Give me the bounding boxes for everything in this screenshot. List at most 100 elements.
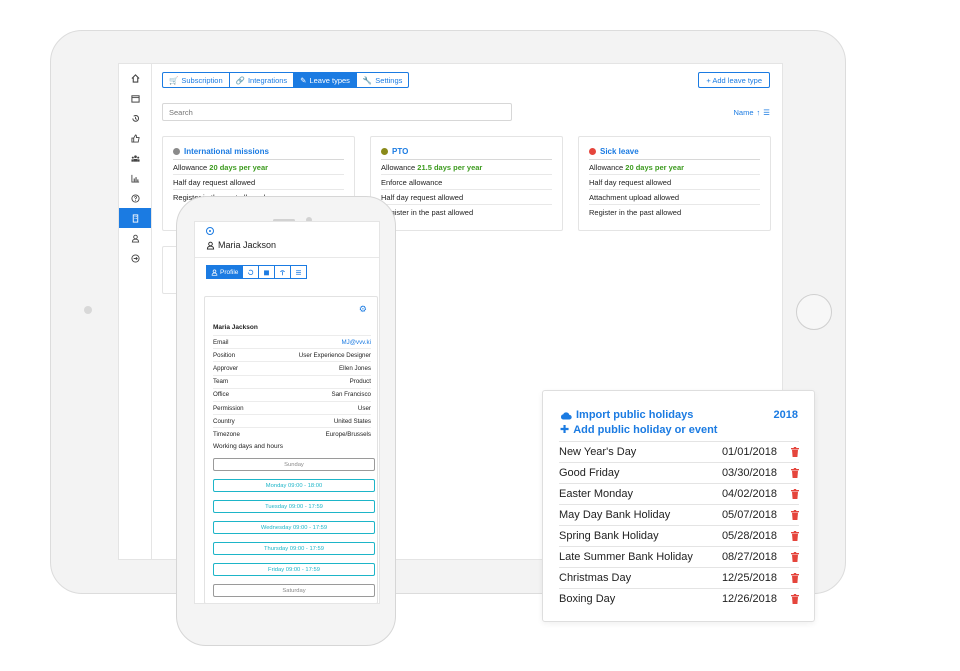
holiday-date: 05/28/2018 bbox=[717, 530, 777, 542]
day-thursday[interactable]: Thursday 09:00 - 17:59 bbox=[213, 542, 375, 555]
tab-history[interactable] bbox=[242, 265, 259, 279]
trash-icon[interactable] bbox=[777, 531, 799, 541]
sidebar bbox=[119, 64, 152, 559]
back-icon[interactable] bbox=[206, 227, 214, 235]
chart-icon[interactable] bbox=[119, 168, 151, 188]
team-icon[interactable] bbox=[119, 148, 151, 168]
profile-field: PositionUser Experience Designer bbox=[213, 348, 371, 361]
tab-integrations[interactable]: 🔗 Integrations bbox=[229, 72, 295, 88]
holiday-name: May Day Bank Holiday bbox=[559, 509, 717, 521]
trash-icon[interactable] bbox=[777, 447, 799, 457]
trash-icon[interactable] bbox=[777, 489, 799, 499]
holiday-name: Good Friday bbox=[559, 467, 717, 479]
user-icon bbox=[211, 269, 218, 276]
year-selector[interactable]: 2018 bbox=[774, 409, 798, 421]
day-monday[interactable]: Monday 09:00 - 18:00 bbox=[213, 479, 375, 492]
user-icon[interactable] bbox=[119, 228, 151, 248]
leave-type-card[interactable]: Sick leave Allowance 20 days per year Ha… bbox=[578, 136, 771, 231]
tab-vacation[interactable] bbox=[274, 265, 291, 279]
trash-icon[interactable] bbox=[777, 552, 799, 562]
working-days-label: Working days and hours bbox=[213, 443, 283, 450]
day-tuesday[interactable]: Tuesday 09:00 - 17:59 bbox=[213, 500, 375, 513]
edit-icon: ✎ bbox=[300, 76, 306, 85]
profile-field: OfficeSan Francisco bbox=[213, 388, 371, 401]
history-icon bbox=[247, 269, 254, 276]
holiday-name: Christmas Day bbox=[559, 572, 717, 584]
phone-frame: Maria Jackson Profile ⚙ Maria Jackson bbox=[176, 196, 396, 646]
color-dot bbox=[589, 148, 596, 155]
holiday-date: 03/30/2018 bbox=[717, 467, 777, 479]
leave-type-card[interactable]: PTO Allowance 21.5 days per year Enforce… bbox=[370, 136, 563, 231]
holiday-row: New Year's Day01/01/2018 bbox=[559, 441, 799, 462]
tab-leave-types[interactable]: ✎ Leave types bbox=[293, 72, 357, 88]
import-holidays-link[interactable]: Import public holidays bbox=[560, 409, 798, 421]
day-sunday[interactable]: Sunday bbox=[213, 458, 375, 471]
phone-screen: Maria Jackson Profile ⚙ Maria Jackson bbox=[194, 221, 380, 604]
tab-profile[interactable]: Profile bbox=[206, 265, 243, 279]
user-icon bbox=[206, 241, 215, 250]
sort-arrow-icon: ↑ bbox=[757, 108, 761, 117]
trash-icon[interactable] bbox=[777, 573, 799, 583]
search-input[interactable] bbox=[162, 103, 512, 121]
color-dot bbox=[381, 148, 388, 155]
profile-field: TeamProduct bbox=[213, 375, 371, 388]
gear-icon[interactable]: ⚙ bbox=[359, 304, 367, 315]
profile-field: EmailMJ@vvv.ki bbox=[213, 335, 371, 348]
day-wednesday[interactable]: Wednesday 09:00 - 17:59 bbox=[213, 521, 375, 534]
calendar-icon bbox=[263, 269, 270, 276]
calendar-icon[interactable] bbox=[119, 88, 151, 108]
profile-field: TimezoneEurope/Brussels bbox=[213, 427, 371, 440]
cart-icon: 🛒 bbox=[169, 76, 178, 85]
cloud-icon bbox=[560, 411, 572, 420]
holiday-date: 01/01/2018 bbox=[717, 446, 777, 458]
history-icon[interactable] bbox=[119, 108, 151, 128]
link-icon: 🔗 bbox=[236, 76, 245, 85]
holiday-row: Spring Bank Holiday05/28/2018 bbox=[559, 525, 799, 546]
holiday-date: 08/27/2018 bbox=[717, 551, 777, 563]
trash-icon[interactable] bbox=[777, 468, 799, 478]
wrench-icon: 🔧 bbox=[363, 76, 372, 85]
email-link[interactable]: MJ@vvv.ki bbox=[341, 339, 371, 346]
day-friday[interactable]: Friday 09:00 - 17:59 bbox=[213, 563, 375, 576]
profile-fields: EmailMJ@vvv.ki PositionUser Experience D… bbox=[213, 335, 371, 441]
holiday-name: Spring Bank Holiday bbox=[559, 530, 717, 542]
holiday-row: Late Summer Bank Holiday08/27/2018 bbox=[559, 546, 799, 567]
add-leave-type-button[interactable]: + Add leave type bbox=[698, 72, 770, 88]
tab-list[interactable] bbox=[290, 265, 307, 279]
user-name: Maria Jackson bbox=[218, 240, 276, 250]
holiday-row: Easter Monday04/02/2018 bbox=[559, 483, 799, 504]
list-icon bbox=[295, 269, 302, 276]
help-icon[interactable] bbox=[119, 188, 151, 208]
holiday-name: New Year's Day bbox=[559, 446, 717, 458]
logout-icon[interactable] bbox=[119, 248, 151, 268]
list-icon: ☰ bbox=[763, 108, 770, 117]
holiday-name: Easter Monday bbox=[559, 488, 717, 500]
tab-settings[interactable]: 🔧 Settings bbox=[356, 72, 409, 88]
profile-field: PermissionUser bbox=[213, 401, 371, 414]
holiday-date: 12/25/2018 bbox=[717, 572, 777, 584]
trash-icon[interactable] bbox=[777, 510, 799, 520]
working-days: Sunday Monday 09:00 - 18:00 Tuesday 09:0… bbox=[213, 458, 375, 604]
tab-calendar[interactable] bbox=[258, 265, 275, 279]
profile-card: ⚙ Maria Jackson EmailMJ@vvv.ki PositionU… bbox=[204, 296, 378, 604]
holiday-date: 04/02/2018 bbox=[717, 488, 777, 500]
color-dot bbox=[173, 148, 180, 155]
holiday-name: Late Summer Bank Holiday bbox=[559, 551, 717, 563]
home-icon[interactable] bbox=[119, 68, 151, 88]
tablet-camera bbox=[84, 306, 92, 314]
holiday-row: May Day Bank Holiday05/07/2018 bbox=[559, 504, 799, 525]
settings-tabs: 🛒 Subscription 🔗 Integrations ✎ Leave ty… bbox=[162, 72, 409, 88]
holiday-row: Good Friday03/30/2018 bbox=[559, 462, 799, 483]
palm-icon bbox=[279, 269, 286, 276]
tab-subscription[interactable]: 🛒 Subscription bbox=[162, 72, 230, 88]
trash-icon[interactable] bbox=[777, 594, 799, 604]
holiday-date: 05/07/2018 bbox=[717, 509, 777, 521]
add-holiday-link[interactable]: ✚ Add public holiday or event bbox=[560, 423, 798, 436]
thumbs-up-icon[interactable] bbox=[119, 128, 151, 148]
day-saturday[interactable]: Saturday bbox=[213, 584, 375, 597]
building-icon[interactable] bbox=[119, 208, 151, 228]
holiday-row: Boxing Day12/26/2018 bbox=[559, 588, 799, 609]
sort-control[interactable]: Name ↑ ☰ bbox=[734, 108, 771, 117]
public-holidays-panel: Import public holidays 2018 ✚ Add public… bbox=[542, 390, 815, 622]
profile-field: CountryUnited States bbox=[213, 414, 371, 427]
